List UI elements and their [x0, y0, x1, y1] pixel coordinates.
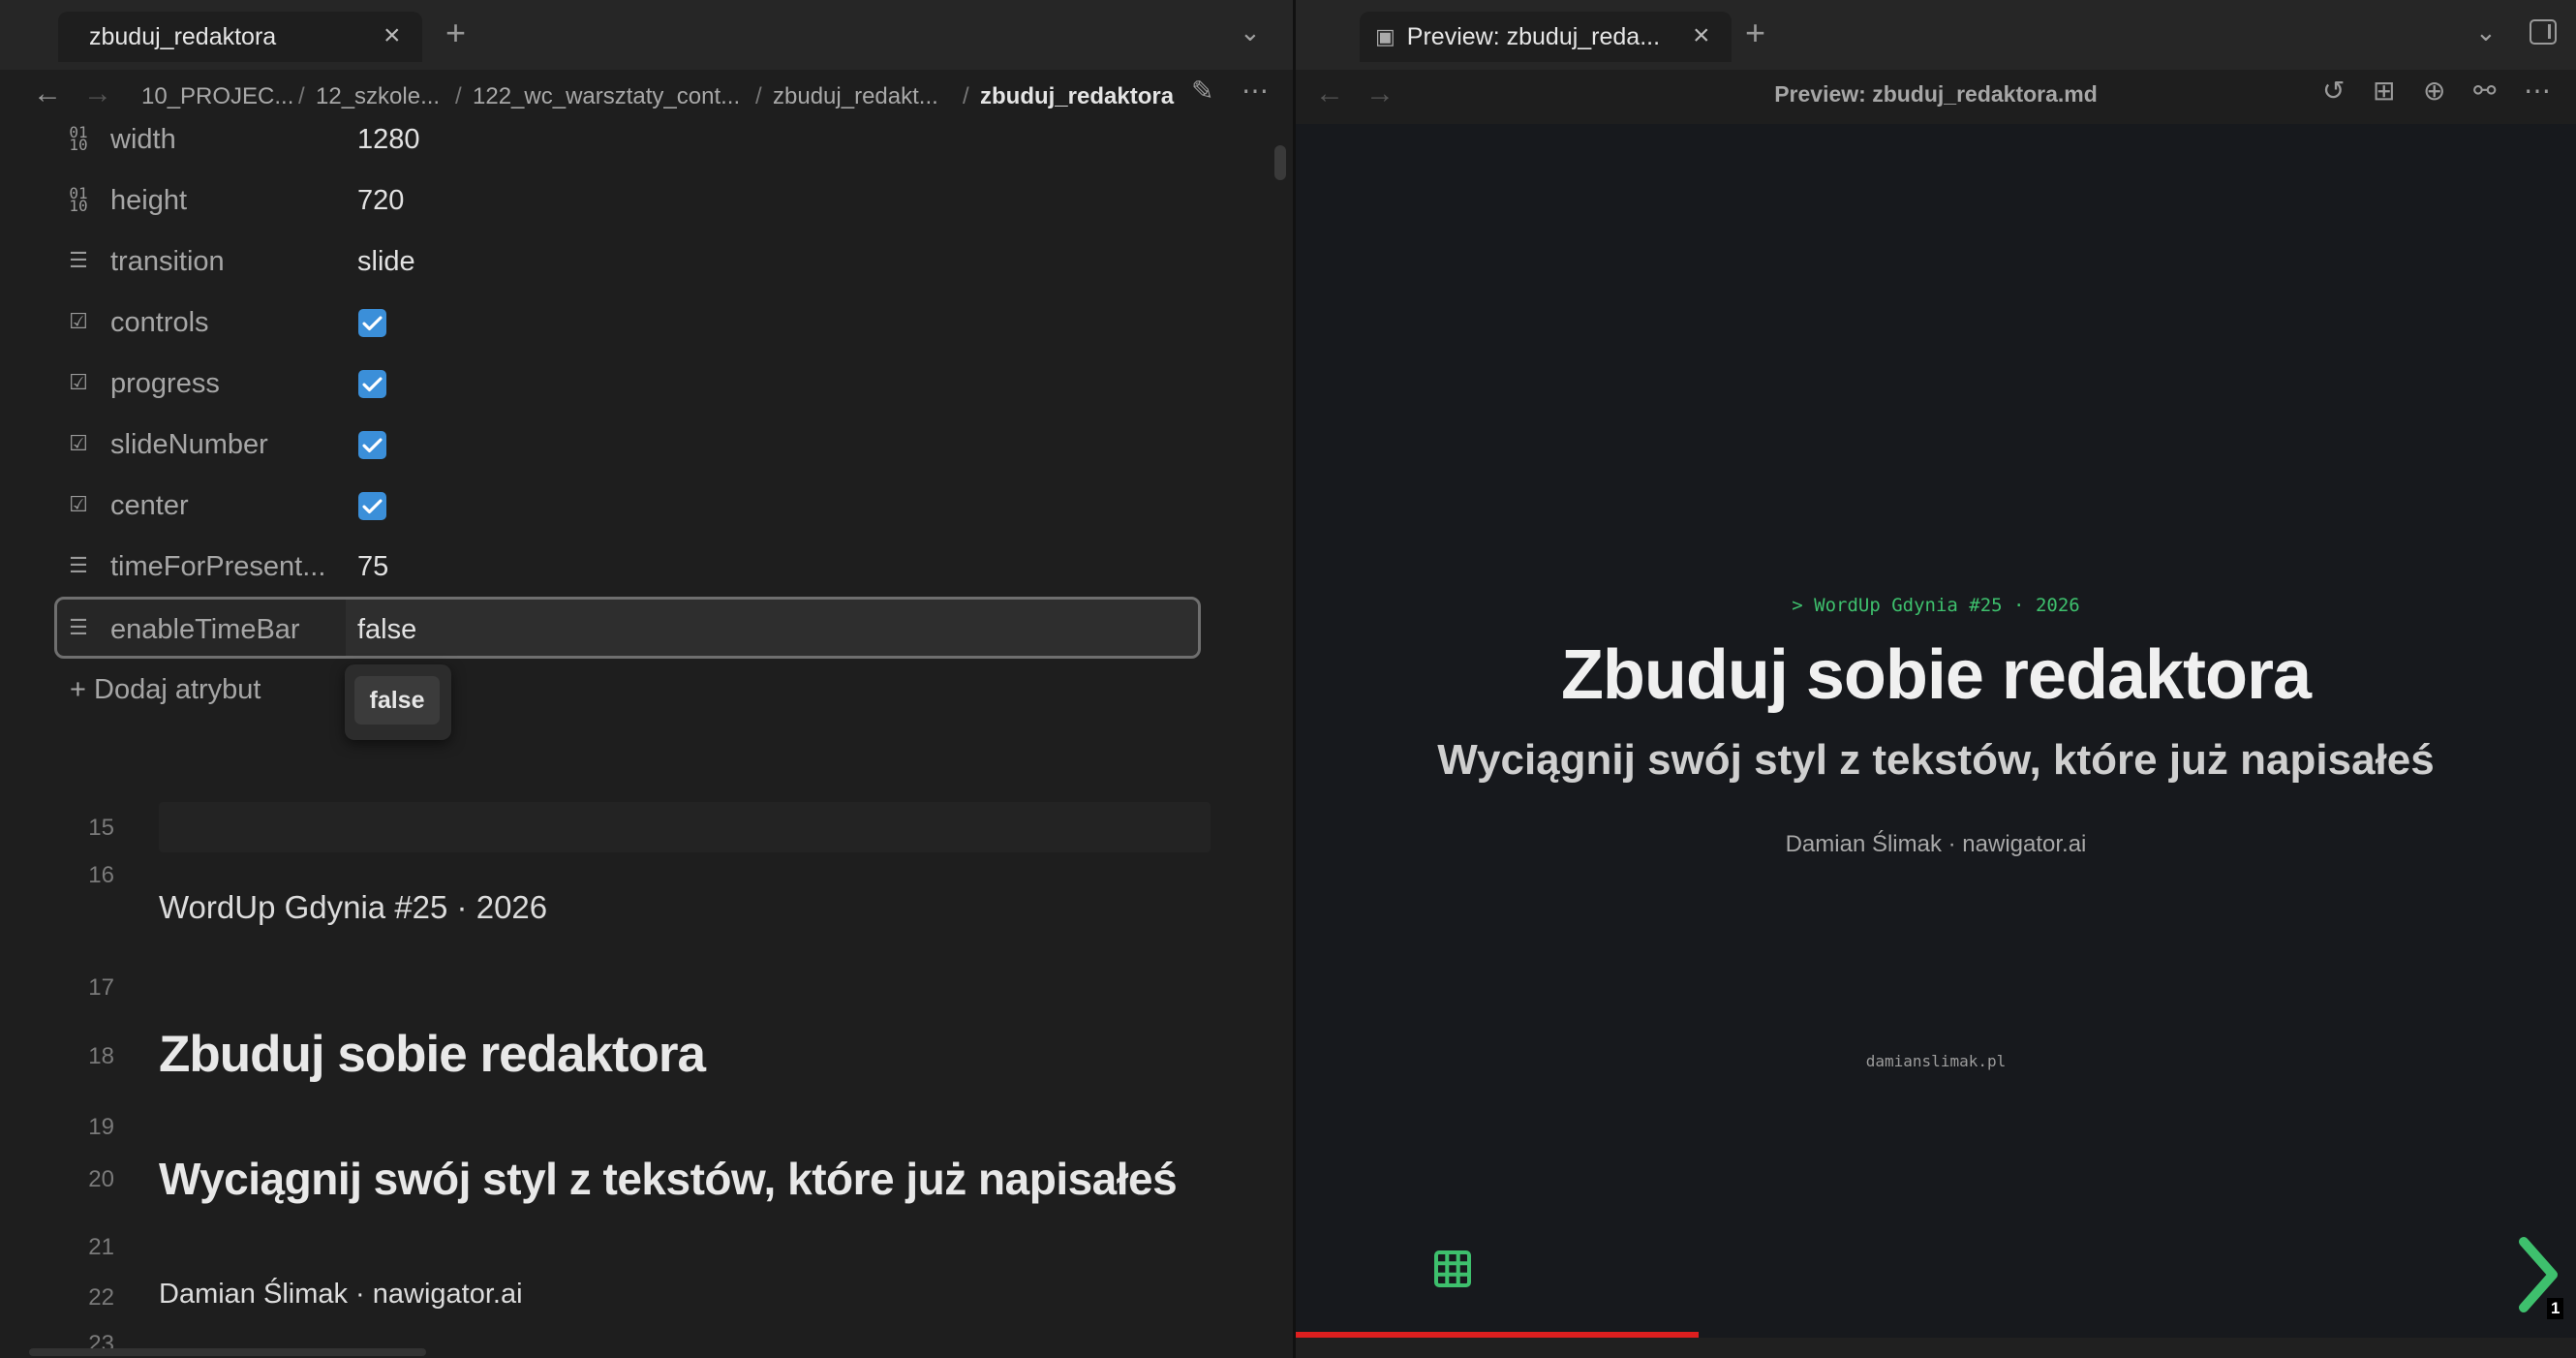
slide-title: Zbuduj sobie redaktora: [1560, 636, 2312, 714]
line-number: 20: [88, 1166, 114, 1192]
edit-icon[interactable]: ✎: [1191, 77, 1213, 105]
breadcrumb-separator: /: [963, 83, 969, 109]
slide-number: 1: [2547, 1298, 2564, 1319]
line-number: 17: [88, 974, 114, 1001]
line-number: 22: [88, 1284, 114, 1311]
line-number: 16: [88, 862, 114, 888]
property-value[interactable]: 75: [357, 551, 388, 583]
property-name: timeForPresent...: [110, 551, 326, 582]
property-value-input[interactable]: false: [357, 614, 416, 646]
slide-subtitle: Wyciągnij swój styl z tekstów, które już…: [1437, 736, 2435, 784]
number-icon: 01 10: [69, 123, 88, 154]
sidebar-toggle-icon[interactable]: [2530, 19, 2557, 45]
controls-checkbox[interactable]: [358, 309, 386, 337]
close-icon[interactable]: ×: [1693, 21, 1710, 50]
number-icon: 01 10: [69, 184, 88, 215]
empty-code-line[interactable]: [159, 802, 1211, 852]
property-name: center: [110, 490, 189, 521]
back-icon[interactable]: ←: [33, 79, 62, 108]
slidenumber-checkbox[interactable]: [358, 431, 386, 459]
chevron-down-icon[interactable]: ⌄: [1240, 19, 1261, 45]
chevron-down-icon[interactable]: ⌄: [2475, 19, 2497, 45]
property-value[interactable]: 1280: [357, 124, 420, 156]
preview-tab-bar: ▣ Preview: zbuduj_reda... × + ⌄: [1296, 0, 2576, 70]
suggestion-item[interactable]: false: [354, 676, 440, 725]
tab-title: zbuduj_redaktora: [89, 22, 277, 50]
line-number: 21: [88, 1234, 114, 1260]
breadcrumb-current: zbuduj_redaktora: [980, 83, 1175, 109]
property-name: enableTimeBar: [110, 614, 300, 645]
property-row-timeforpresentation[interactable]: ☰ timeForPresent... 75: [54, 538, 1204, 596]
preview-pane: ▣ Preview: zbuduj_reda... × + ⌄ ← → ↺ ⊞ …: [1296, 0, 2576, 1358]
text-icon: ☰: [69, 553, 88, 577]
vertical-scrollbar[interactable]: [1274, 145, 1286, 180]
breadcrumb-item[interactable]: 12_szkole...: [316, 83, 440, 110]
add-attribute-label: Dodaj atrybut: [94, 674, 261, 705]
editor-line-heading[interactable]: Zbuduj sobie redaktora: [159, 1025, 706, 1084]
value-suggestion-popup: false: [345, 664, 451, 740]
value-input-box[interactable]: [346, 600, 1198, 656]
presentation-progress-bar: [1296, 1332, 2576, 1338]
more-options-icon[interactable]: ⋯: [1242, 77, 1269, 105]
new-tab-icon[interactable]: +: [1745, 15, 1765, 50]
preview-title: Preview: zbuduj_redaktora.md: [1774, 81, 2098, 107]
breadcrumb-item[interactable]: zbuduj_redakt...: [773, 83, 938, 110]
editor-line-author[interactable]: Damian Ślimak · nawigator.ai: [159, 1279, 523, 1311]
breadcrumb-item[interactable]: 122_wc_warsztaty_cont...: [473, 83, 740, 110]
tab-editor-note[interactable]: zbuduj_redaktora ×: [58, 12, 422, 62]
new-tab-icon[interactable]: +: [445, 15, 466, 50]
property-row-height[interactable]: 01 10 height 720: [54, 171, 1204, 230]
tab-title: Preview: zbuduj_reda...: [1406, 22, 1661, 50]
breadcrumb-item[interactable]: 10_PROJEC...: [141, 83, 293, 110]
line-number: 18: [88, 1043, 114, 1069]
property-name: height: [110, 185, 188, 216]
progress-fill: [1296, 1332, 1700, 1338]
property-value[interactable]: slide: [357, 246, 415, 278]
property-row-center[interactable]: ☑ center: [54, 477, 1204, 535]
line-number: 19: [88, 1114, 114, 1140]
breadcrumb-separator: /: [298, 83, 305, 109]
breadcrumb-separator: /: [755, 83, 762, 109]
property-row-slidenumber[interactable]: ☑ slideNumber: [54, 416, 1204, 474]
text-icon: ☰: [69, 248, 88, 272]
presentation-slide[interactable]: > WordUp Gdynia #25 · 2026 Zbuduj sobie …: [1296, 124, 2576, 1338]
slide-event-label: > WordUp Gdynia #25 · 2026: [1792, 595, 2080, 616]
property-row-width[interactable]: 01 10 width 1280: [54, 110, 1204, 169]
editor-line-event[interactable]: WordUp Gdynia #25 · 2026: [159, 889, 547, 926]
editor-tab-bar: zbuduj_redaktora × + ⌄: [0, 0, 1293, 70]
presentation-icon: ▣: [1375, 24, 1395, 48]
center-checkbox[interactable]: [358, 492, 386, 520]
slide-footer-site: damianslimak.pl: [1865, 1052, 2007, 1070]
plus-icon: +: [70, 674, 86, 705]
property-name: width: [110, 124, 176, 155]
property-value[interactable]: 720: [357, 185, 404, 217]
breadcrumb-separator: /: [455, 83, 462, 109]
slide-author: Damian Ślimak · nawigator.ai: [1785, 831, 2087, 857]
property-row-enabletimebar[interactable]: ☰ enableTimeBar false: [54, 597, 1201, 659]
progress-checkbox[interactable]: [358, 370, 386, 398]
property-name: progress: [110, 368, 220, 399]
checkbox-icon: ☑: [69, 492, 88, 516]
property-name: controls: [110, 307, 209, 338]
add-attribute-button[interactable]: + Dodaj atrybut: [70, 674, 261, 706]
checkbox-icon: ☑: [69, 431, 88, 455]
text-icon: ☰: [69, 615, 88, 639]
forward-icon[interactable]: →: [83, 79, 112, 108]
editor-pane: zbuduj_redaktora × + ⌄ ← → 10_PROJEC... …: [0, 0, 1293, 1358]
property-row-controls[interactable]: ☑ controls: [54, 293, 1204, 352]
checkbox-icon: ☑: [69, 309, 88, 333]
property-row-progress[interactable]: ☑ progress: [54, 355, 1204, 413]
line-number: 15: [88, 815, 114, 841]
close-icon[interactable]: ×: [383, 21, 401, 50]
editor-line-subheading[interactable]: Wyciągnij swój styl z tekstów, które już…: [159, 1153, 1178, 1205]
slide-overview-grid-icon[interactable]: [1433, 1250, 1472, 1288]
property-row-transition[interactable]: ☰ transition slide: [54, 232, 1204, 291]
horizontal-scrollbar[interactable]: [29, 1348, 426, 1356]
property-name: slideNumber: [110, 429, 268, 460]
tab-preview[interactable]: ▣ Preview: zbuduj_reda... ×: [1360, 12, 1732, 62]
checkbox-icon: ☑: [69, 370, 88, 394]
property-name: transition: [110, 246, 225, 277]
